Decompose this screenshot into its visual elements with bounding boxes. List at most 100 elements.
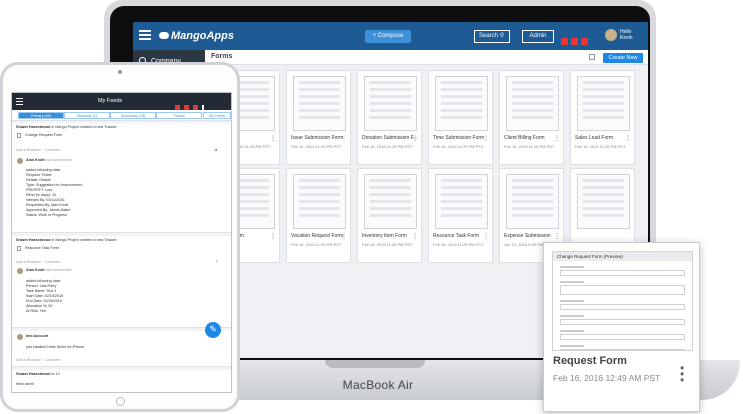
user-greeting[interactable]: Hello Kevin [620, 29, 633, 41]
cloud-icon [159, 32, 169, 39]
bell-icon[interactable] [571, 38, 578, 45]
form-card[interactable]: Client Billing Form Feb 16, 2016 11:29 P… [499, 70, 564, 165]
post-author[interactable]: Shawn Hasselwood [16, 125, 50, 129]
compose-button[interactable]: + Compose [365, 30, 411, 43]
app-logo[interactable]: MangoApps [159, 30, 234, 42]
more-icon[interactable]: ⋮ [341, 135, 347, 142]
tracker-item[interactable]: Change Request Form [25, 133, 62, 137]
post-actions[interactable]: Add a Reaction · Comment [16, 260, 60, 264]
menu-icon[interactable] [16, 98, 23, 107]
form-field [560, 281, 685, 295]
form-field [560, 315, 685, 325]
search-button[interactable]: Search ⚲ [474, 30, 510, 43]
post-actions[interactable]: Add a Reaction · Comment [16, 148, 60, 152]
comment-line: Start Date: 02/10/2016 [26, 294, 64, 298]
admin-button[interactable]: Admin [522, 30, 554, 43]
post-action: in Mango Project created a new Tracker [50, 125, 117, 129]
post-author-name[interactable]: test Account [26, 334, 48, 338]
feed-post[interactable]: Shawn Hasselwood to 13 hello world [12, 370, 231, 392]
form-card[interactable]: Time Submission Form Feb 16, 2016 11:29 … [428, 70, 493, 165]
feed-post[interactable]: test Account just installed Hello World … [12, 331, 231, 367]
form-name: Time Submission Form [433, 135, 485, 141]
more-icon[interactable]: ⋮ [483, 233, 489, 240]
more-icon[interactable]: ⋮ [341, 233, 347, 240]
form-name: Inventory Item Form [362, 233, 407, 239]
tablet-device: My Feeds Primary (46) Mentions (1) Secon… [0, 62, 240, 412]
comment-line: Allocation %: 50 [26, 304, 53, 308]
grid-view-icon[interactable] [589, 54, 595, 60]
comment-line: added following data: [26, 279, 61, 283]
post-actions[interactable]: Add a Reaction · Comment [16, 358, 60, 362]
user-name: Kevin [620, 35, 633, 41]
tab-primary[interactable]: Primary (46) [18, 112, 64, 119]
post-text: just installed Hello World for iPhone. [26, 345, 86, 349]
form-date: Feb 16, 2016 11:29 PM PST [433, 144, 484, 149]
form-name: Donation Submission F... [362, 135, 418, 141]
post-text: hello world [16, 382, 34, 386]
user-avatar[interactable] [605, 29, 617, 41]
form-card[interactable]: Vacation Request Form Feb 16, 2016 11:29… [286, 168, 351, 263]
form-thumbnail [293, 174, 346, 229]
more-vertical-icon[interactable]: • • • [680, 362, 684, 386]
form-card[interactable]: Sales Lead Form Feb 16, 2016 11:29 PM PS… [570, 70, 635, 165]
feed-post[interactable]: Shawn Hasselwood in Mango Project create… [12, 123, 231, 233]
form-preview-card[interactable]: Change Request Form (Preview) Request Fo… [543, 242, 700, 412]
post-author[interactable]: Shawn Hasselwood [16, 372, 50, 376]
form-preview-title: Change Request Form (Preview) [553, 252, 692, 261]
form-card[interactable]: Donation Submission F... Feb 16, 2016 11… [357, 70, 422, 165]
more-icon[interactable]: ⋮ [554, 233, 560, 240]
commenter-name[interactable]: Alan Knott [26, 158, 45, 162]
compose-fab-button[interactable]: ✎ [205, 322, 221, 338]
post-author: test Account [26, 334, 48, 338]
comment-line: Requested By: Alan Knott [26, 203, 69, 207]
comment-line: Details: Details [26, 178, 51, 182]
commenter-avatar[interactable] [17, 268, 23, 274]
form-thumbnail [364, 76, 417, 131]
more-icon[interactable]: ⋮ [412, 135, 418, 142]
form-card[interactable]: Issue Submission Form Feb 16, 2016 11:29… [286, 70, 351, 165]
home-button[interactable] [116, 397, 125, 406]
form-card[interactable]: Resource Task Form Feb 16, 2016 11:29 PM… [428, 168, 493, 263]
form-date: Feb 16, 2016 11:29 PM PST [433, 242, 484, 247]
post-author[interactable]: Shawn Hasselwood [16, 238, 50, 242]
more-icon[interactable]: ⋮ [270, 233, 276, 240]
feed-post[interactable]: Shawn Hasselwood in Mango Project create… [12, 236, 231, 328]
menu-icon[interactable] [139, 30, 151, 40]
commenter-name[interactable]: Alan Knott [26, 268, 45, 272]
more-icon[interactable]: ⋮ [554, 135, 560, 142]
tablet-screen: My Feeds Primary (46) Mentions (1) Secon… [11, 92, 232, 393]
tab-mentions[interactable]: Mentions (1) [64, 112, 110, 119]
author-avatar[interactable] [17, 334, 23, 340]
comment-line: Needed By: 02/11/2016 [26, 198, 65, 202]
comment-header: Alan Knott last commented [26, 158, 72, 162]
edit-icon: ✎ [209, 324, 217, 334]
form-card-title: Request Form [553, 355, 627, 367]
tab-my-feeds[interactable]: My Feeds [203, 112, 231, 119]
laptop-brand: MacBook Air [342, 378, 414, 392]
chat-icon[interactable] [561, 38, 568, 45]
document-icon [17, 133, 21, 138]
more-icon[interactable]: ⋮ [412, 233, 418, 240]
form-date: Feb 16, 2016 11:29 PM PST [291, 144, 342, 149]
comment-line: Status: Work in Progress [26, 213, 67, 217]
comment-line: Approved By: James Baker [26, 208, 71, 212]
form-card[interactable]: Inventory Item Form Feb 16, 2016 11:29 P… [357, 168, 422, 263]
tracker-item[interactable]: Resource Task Form [25, 246, 59, 250]
mail-icon[interactable] [581, 38, 588, 45]
tab-pinned[interactable]: Pinned [156, 112, 202, 119]
comment-meta: last commented [45, 268, 72, 272]
form-date: Feb 16, 2016 11:29 PM PST [291, 242, 342, 247]
form-name: Resource Task Form [433, 233, 480, 239]
create-new-button[interactable]: Create New [603, 53, 643, 63]
more-icon[interactable]: ⋮ [625, 135, 631, 142]
form-date: Feb 16, 2016 11:29 PM PST [575, 144, 626, 149]
form-name: Vacation Request Form [291, 233, 344, 239]
more-icon[interactable]: ⋮ [270, 135, 276, 142]
comment-meta: last commented [45, 158, 72, 162]
tab-secondary[interactable]: Secondary (78) [110, 112, 156, 119]
commenter-avatar[interactable] [17, 158, 23, 164]
comment-line: Type: Suggestion for Improvement [26, 183, 83, 187]
post-title: Shawn Hasselwood in Mango Project create… [16, 238, 117, 242]
form-thumbnail [506, 76, 559, 131]
more-icon[interactable]: ⋮ [483, 135, 489, 142]
